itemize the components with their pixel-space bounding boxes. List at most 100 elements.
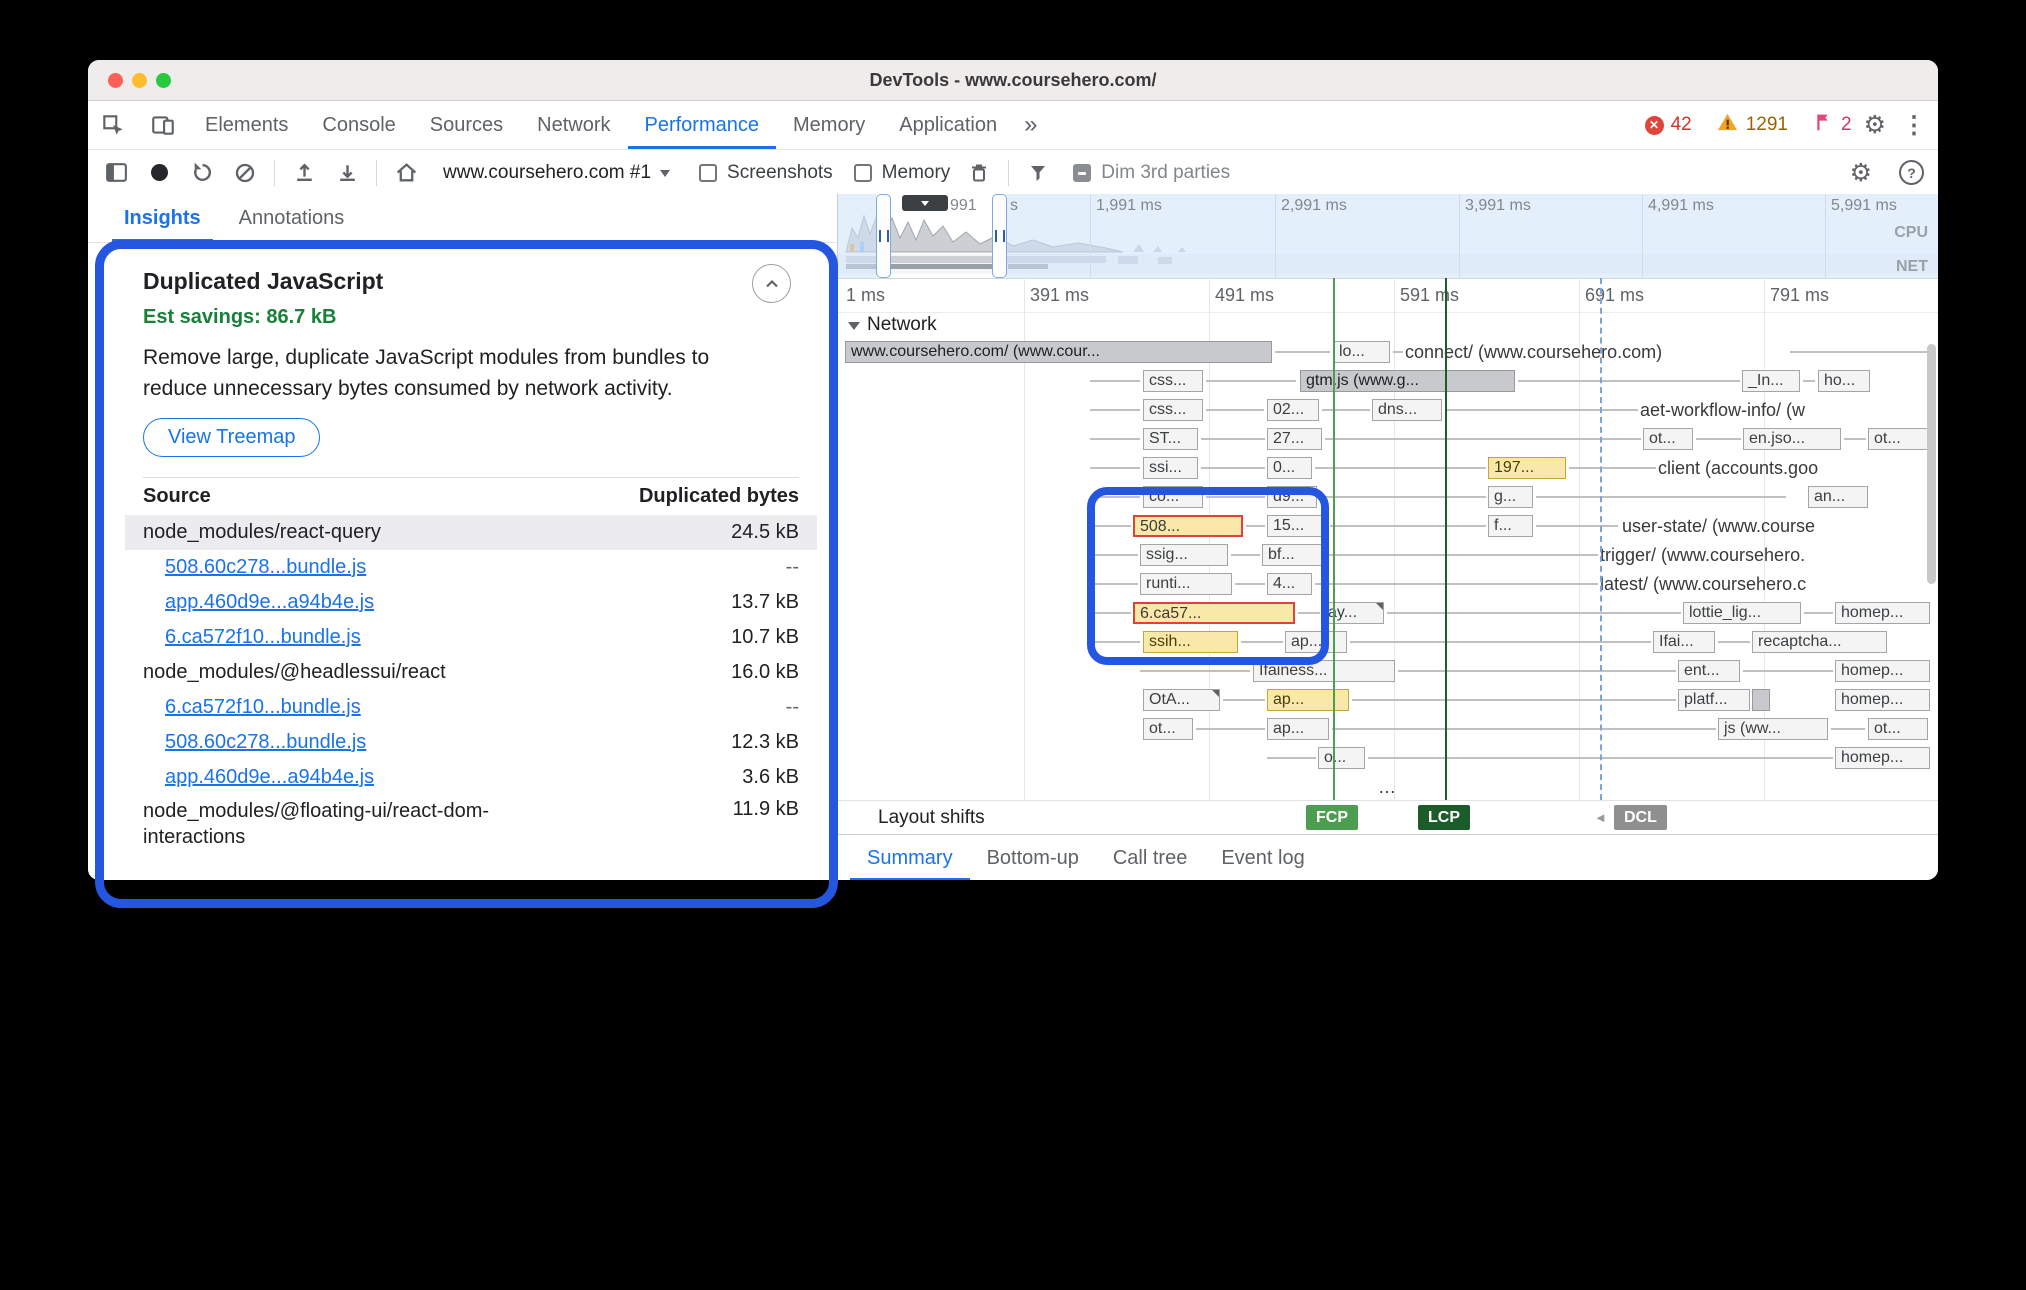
device-toolbar-icon[interactable] [138,101,188,149]
network-request-chip[interactable]: ot... [1143,718,1193,740]
tab-sources[interactable]: Sources [413,101,520,149]
sidebar-tab-insights[interactable]: Insights [112,194,213,242]
minimize-button[interactable] [132,73,147,88]
tab-performance[interactable]: Performance [628,101,777,149]
tab-application[interactable]: Application [882,101,1014,149]
sidebar-tab-annotations[interactable]: Annotations [227,194,357,242]
tab-event-log[interactable]: Event log [1204,835,1321,880]
network-section-header[interactable]: Network [838,312,1938,338]
network-request-chip[interactable]: 197... [1488,457,1566,479]
network-request-chip[interactable]: homep... [1835,660,1930,682]
network-request-chip[interactable]: Ifai... [1653,631,1715,653]
network-request-chip[interactable]: an... [1808,486,1868,508]
tab-console[interactable]: Console [305,101,412,149]
network-request-chip[interactable]: ssi... [1143,457,1198,479]
network-request-chip[interactable]: ot... [1643,428,1693,450]
network-request-chip[interactable]: css... [1143,399,1203,421]
error-badge[interactable]: 42 [1645,101,1692,149]
network-request-chip[interactable]: ssig... [1140,544,1228,566]
network-request-chip[interactable]: js (ww... [1718,718,1828,740]
titlebar[interactable]: DevTools - www.coursehero.com/ [88,60,1938,101]
network-request-chip[interactable]: homep... [1835,689,1930,711]
source-file-link[interactable]: 508.60c278...bundle.js [143,731,366,754]
collapse-insight-button[interactable] [752,264,791,303]
tab-bottom-up[interactable]: Bottom-up [970,835,1096,880]
record-button[interactable] [145,159,173,187]
network-request-chip[interactable]: 4... [1267,573,1312,595]
network-request-chip[interactable]: dns... [1372,399,1442,421]
toggle-sidebar-icon[interactable] [102,159,130,187]
network-request-chip[interactable]: www.coursehero.com/ (www.cour... [845,341,1272,363]
network-request-chip[interactable]: _In... [1742,370,1800,392]
network-request-chip[interactable]: lo... [1333,341,1390,363]
network-request-chip[interactable]: runti... [1140,573,1232,595]
network-request-chip[interactable]: ot... [1868,718,1928,740]
dim-third-parties-group[interactable]: Dim 3rd parties [1073,162,1230,184]
network-request-chip[interactable]: g... [1488,486,1533,508]
network-request-chip[interactable]: 508... [1133,515,1243,537]
network-request-chip[interactable]: ent... [1678,660,1740,682]
download-profile-icon[interactable] [333,159,361,187]
network-request-chip[interactable]: homep... [1835,747,1930,769]
network-request-chip[interactable]: ap... [1285,631,1347,653]
inspect-icon[interactable] [88,101,138,149]
more-tabs-icon[interactable] [1014,101,1047,149]
network-request-chip[interactable]: platf... [1678,689,1750,711]
network-request-chip[interactable]: ap... [1267,718,1329,740]
network-request-chip[interactable]: 02... [1267,399,1319,421]
network-request-chip[interactable]: 27... [1267,428,1322,450]
tab-network[interactable]: Network [520,101,627,149]
timeline-minimap[interactable]: 991s1,991 ms2,991 ms3,991 ms4,991 ms5,99… [838,194,1938,279]
profile-selector[interactable]: www.coursehero.com #1 [443,162,670,184]
tab-call-tree[interactable]: Call tree [1096,835,1204,880]
tab-elements[interactable]: Elements [188,101,305,149]
network-request-chip[interactable]: OtA... [1143,689,1220,711]
network-request-chip[interactable]: Ifainess... [1253,660,1395,682]
tab-summary[interactable]: Summary [850,835,970,880]
memory-checkbox[interactable] [854,164,872,182]
network-request-chip[interactable]: o... [1318,747,1365,769]
capture-settings-icon[interactable] [1838,158,1884,188]
issues-badge[interactable]: 2 [1812,101,1852,149]
dim-third-parties-checkbox[interactable] [1073,164,1091,182]
settings-icon[interactable] [1852,101,1898,149]
clear-recording-icon[interactable] [231,159,259,187]
tab-memory[interactable]: Memory [776,101,882,149]
network-request-chip[interactable]: homep... [1835,602,1930,624]
network-request-chip[interactable]: 15... [1267,515,1327,537]
upload-profile-icon[interactable] [290,159,318,187]
network-request-chip[interactable]: ot... [1868,428,1928,450]
network-request-chip[interactable] [1752,689,1770,711]
layout-shifts-track[interactable]: Layout shifts FCPLCP◄DCL [838,800,1938,835]
network-request-chip[interactable]: co... [1143,486,1203,508]
network-request-chip[interactable]: ay... [1322,602,1384,624]
network-request-chip[interactable]: lottie_lig... [1683,602,1801,624]
source-file-link[interactable]: 6.ca572f10...bundle.js [143,696,361,719]
network-request-chip[interactable]: gtm.js (www.g... [1300,370,1515,392]
source-file-link[interactable]: 6.ca572f10...bundle.js [143,626,361,649]
help-icon[interactable] [1899,160,1924,185]
warning-badge[interactable]: 1291 [1716,101,1788,149]
network-request-chip[interactable]: ST... [1143,428,1198,450]
scrollbar[interactable] [1927,344,1936,584]
network-request-chip[interactable]: 6.ca57... [1133,602,1295,624]
network-request-chip[interactable]: css... [1143,370,1203,392]
network-request-chip[interactable]: ap... [1267,689,1349,711]
throttle-icon[interactable] [1024,159,1052,187]
network-request-chip[interactable]: bf... [1262,544,1324,566]
network-request-chip[interactable]: recaptcha... [1752,631,1887,653]
network-request-chip[interactable]: d9... [1267,486,1317,508]
more-options-icon[interactable] [1898,101,1938,149]
close-button[interactable] [108,73,123,88]
network-request-chip[interactable]: ho... [1818,370,1870,392]
home-icon[interactable] [392,159,420,187]
fullscreen-button[interactable] [156,73,171,88]
network-request-chip[interactable]: 0... [1267,457,1312,479]
memory-checkbox-group[interactable]: Memory [854,162,951,184]
screenshots-checkbox[interactable] [699,164,717,182]
screenshots-checkbox-group[interactable]: Screenshots [699,162,833,184]
source-file-link[interactable]: app.460d9e...a94b4e.js [143,591,374,614]
minimap-right-handle[interactable] [992,194,1007,278]
source-file-link[interactable]: 508.60c278...bundle.js [143,556,366,579]
reload-and-record-button[interactable] [188,159,216,187]
